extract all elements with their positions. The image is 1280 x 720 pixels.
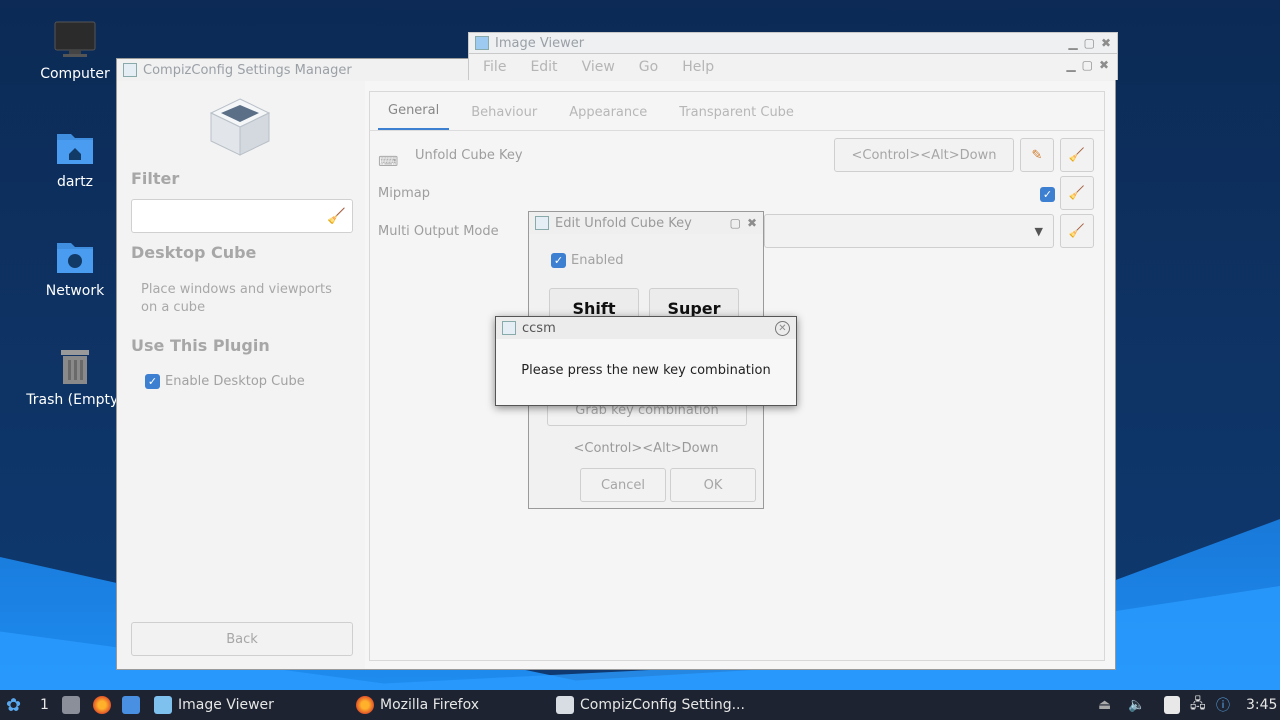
update-tray-icon[interactable]: ⓘ — [1216, 690, 1230, 720]
desktop-icon-label: Network — [45, 283, 105, 299]
task-firefox[interactable]: Mozilla Firefox — [356, 690, 479, 720]
popup-titlebar[interactable]: ccsm ✕ — [496, 317, 796, 339]
close-icon[interactable]: ✕ — [775, 320, 790, 336]
window-title: Image Viewer — [495, 35, 585, 51]
desktop-icon — [122, 696, 140, 714]
enabled-label: Enabled — [571, 253, 624, 268]
key-capture-popup: ccsm ✕ Please press the new key combinat… — [495, 316, 797, 406]
minimize-icon[interactable]: ▁ — [1068, 36, 1077, 50]
back-button[interactable]: Back — [131, 622, 353, 656]
filter-heading: Filter — [131, 169, 180, 188]
clock-time: 3:45 — [1246, 697, 1278, 713]
maximize-icon[interactable]: ▢ — [1084, 36, 1095, 50]
maximize-icon[interactable]: ▢ — [1082, 58, 1093, 72]
firefox-icon — [356, 696, 374, 714]
ccsm-sidebar: Filter 🧹 Desktop Cube Place windows and … — [117, 81, 365, 669]
taskbar: ✿ 1 Image Viewer Mozilla Firefox CompizC… — [0, 690, 1280, 720]
clipboard-tray-icon[interactable] — [1164, 690, 1180, 720]
checkbox-checked-icon: ✓ — [145, 374, 160, 389]
start-menu-button[interactable]: ✿ — [6, 690, 21, 720]
close-icon[interactable]: ✖ — [1101, 36, 1111, 50]
desktop-icon-trash[interactable]: Trash (Empty) — [25, 346, 125, 408]
show-desktop-button[interactable] — [122, 690, 140, 720]
eject-tray-icon[interactable]: ⏏ — [1098, 690, 1111, 720]
desktop-icon-label: Trash (Empty) — [26, 392, 124, 408]
plugin-title: Desktop Cube — [131, 243, 257, 262]
clear-filter-icon[interactable]: 🧹 — [327, 207, 346, 225]
close-icon[interactable]: ✖ — [747, 216, 757, 230]
folder-icon — [62, 696, 80, 714]
workspace-switcher[interactable]: 1 — [40, 690, 49, 720]
network-icon: 🖧 — [1190, 696, 1206, 712]
task-label: CompizConfig Setting... — [580, 697, 745, 713]
image-viewer-app-icon — [475, 36, 489, 50]
ccsm-icon — [556, 696, 574, 714]
network-tray-icon[interactable]: 🖧 — [1190, 690, 1206, 720]
popup-title: ccsm — [522, 320, 556, 336]
image-viewer-titlebar[interactable]: Image Viewer ▁ ▢ ✖ — [468, 32, 1118, 54]
ok-button[interactable]: OK — [670, 468, 756, 502]
ccsm-window-controls: ▁ ▢ ✖ — [1066, 58, 1109, 72]
desktop-icon-home[interactable]: dartz — [25, 128, 125, 190]
update-notification-icon: ⓘ — [1216, 698, 1230, 714]
dialog-title: Edit Unfold Cube Key — [555, 215, 692, 231]
popup-message: Please press the new key combination — [521, 363, 771, 378]
app-icon — [123, 63, 137, 77]
image-viewer-icon — [154, 696, 172, 714]
clock[interactable]: 3:45 — [1246, 690, 1277, 720]
menu-go[interactable]: Go — [639, 59, 658, 75]
menu-file[interactable]: File — [483, 59, 506, 75]
cube-icon — [207, 95, 273, 161]
menu-help[interactable]: Help — [682, 59, 714, 75]
file-manager-launcher[interactable] — [62, 690, 80, 720]
minimize-icon[interactable]: ▁ — [1066, 58, 1075, 72]
maximize-icon[interactable]: ▢ — [730, 216, 741, 230]
network-folder-icon — [53, 237, 97, 277]
firefox-icon — [93, 696, 111, 714]
edit-key-dialog-titlebar[interactable]: Edit Unfold Cube Key ▢ ✖ — [529, 212, 763, 234]
monitor-icon — [53, 20, 97, 60]
task-label: Image Viewer — [178, 697, 274, 713]
volume-icon: 🔈 — [1128, 697, 1146, 713]
mipmap-label: Mipmap — [378, 186, 430, 201]
firefox-launcher[interactable] — [93, 690, 111, 720]
desktop-icon-computer[interactable]: Computer — [25, 20, 125, 82]
enabled-checkbox[interactable]: ✓ Enabled — [551, 253, 624, 268]
home-folder-icon — [53, 128, 97, 168]
volume-tray-icon[interactable]: 🔈 — [1128, 690, 1145, 720]
task-image-viewer[interactable]: Image Viewer — [154, 690, 274, 720]
close-icon[interactable]: ✖ — [1099, 58, 1109, 72]
app-icon — [535, 216, 549, 230]
window-title: CompizConfig Settings Manager — [143, 62, 352, 78]
desktop-icon-label: Computer — [40, 66, 110, 82]
trash-icon — [53, 346, 97, 386]
task-label: Mozilla Firefox — [380, 697, 480, 713]
desktop-icon-label: dartz — [56, 174, 94, 190]
window-controls: ▢ ✖ — [730, 216, 757, 230]
enable-plugin-checkbox[interactable]: ✓ Enable Desktop Cube — [145, 374, 305, 389]
current-key-value: <Control><Alt>Down — [573, 441, 719, 456]
use-plugin-heading: Use This Plugin — [131, 336, 270, 355]
image-viewer-menubar: File Edit View Go Help ▁ ▢ ✖ — [468, 54, 1118, 80]
eject-icon: ⏏ — [1098, 697, 1112, 713]
keyboard-icon: ⌨ — [378, 154, 399, 170]
menu-view[interactable]: View — [582, 59, 615, 75]
plugin-description: Place windows and viewports on a cube — [141, 282, 332, 315]
clipboard-icon — [1164, 696, 1180, 714]
tab-general[interactable]: General — [378, 93, 450, 131]
menu-edit[interactable]: Edit — [530, 59, 557, 75]
window-controls: ✕ — [775, 320, 790, 336]
distro-logo-icon: ✿ — [6, 694, 22, 716]
task-ccsm[interactable]: CompizConfig Setting... — [556, 690, 745, 720]
app-icon — [502, 321, 516, 335]
desktop-icon-network[interactable]: Network — [25, 237, 125, 299]
checkbox-checked-icon: ✓ — [551, 253, 566, 268]
workspace-number: 1 — [40, 697, 49, 713]
filter-input[interactable] — [131, 199, 353, 233]
enable-plugin-label: Enable Desktop Cube — [165, 374, 305, 389]
window-controls: ▁ ▢ ✖ — [1068, 36, 1111, 50]
cancel-button[interactable]: Cancel — [580, 468, 666, 502]
